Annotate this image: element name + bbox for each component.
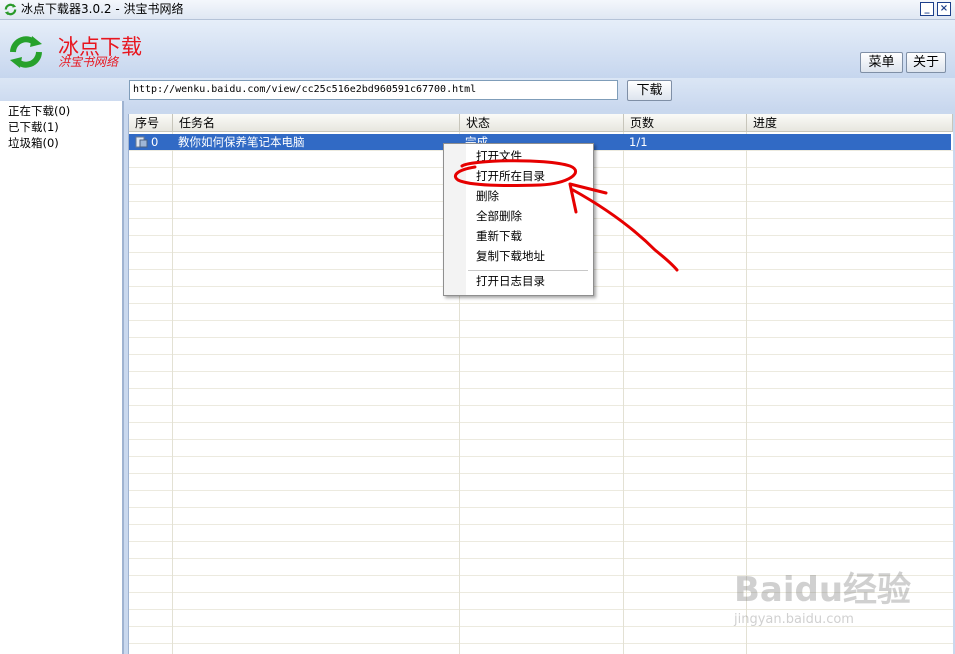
empty-row-line (129, 490, 953, 491)
sidebar-item-downloaded[interactable]: 已下载(1) (8, 120, 59, 134)
empty-row-line (129, 439, 953, 440)
context-menu-gutter (444, 144, 466, 295)
empty-row-line (129, 558, 953, 559)
empty-row-line (129, 388, 953, 389)
empty-row-line (129, 371, 953, 372)
url-input[interactable]: http://wenku.baidu.com/view/cc25c516e2bd… (129, 80, 618, 100)
row-index: 0 (151, 135, 159, 149)
empty-row-line (129, 303, 953, 304)
download-button[interactable]: 下载 (627, 80, 672, 101)
app-header: 冰点下载 洪宝书网络 (0, 20, 955, 78)
sidebar-item-downloading[interactable]: 正在下载(0) (8, 104, 70, 118)
minimize-button[interactable]: _ (920, 2, 934, 16)
empty-row-line (129, 507, 953, 508)
logo-subtitle: 洪宝书网络 (58, 55, 119, 69)
context-menu: 打开文件 打开所在目录 删除 全部删除 重新下载 复制下载地址 打开日志目录 (443, 143, 594, 296)
menu-separator (468, 270, 588, 271)
row-task-name: 教你如何保养笔记本电脑 (178, 135, 305, 149)
empty-row-line (129, 524, 953, 525)
close-button[interactable]: × (937, 2, 951, 16)
empty-row-line (129, 354, 953, 355)
empty-row-line (129, 456, 953, 457)
column-header-progress[interactable]: 进度 (747, 114, 953, 132)
baidu-watermark: Baidu经验 jingyan.baidu.com (734, 570, 914, 640)
watermark-text: Baidu经验 (734, 570, 912, 610)
empty-row-line (129, 473, 953, 474)
column-divider (623, 132, 624, 654)
menu-button[interactable]: 菜单 (860, 52, 903, 73)
menu-item-redownload[interactable]: 重新下载 (476, 229, 522, 243)
app-refresh-icon (4, 3, 17, 16)
sidebar-item-trash[interactable]: 垃圾箱(0) (8, 136, 59, 150)
empty-row-line (129, 320, 953, 321)
menu-item-delete-all[interactable]: 全部删除 (476, 209, 522, 223)
url-toolbar: http://wenku.baidu.com/view/cc25c516e2bd… (0, 78, 955, 110)
empty-row-line (129, 643, 953, 644)
menu-item-open-file[interactable]: 打开文件 (476, 149, 522, 163)
column-header-index[interactable]: 序号 (129, 114, 173, 132)
empty-row-line (129, 422, 953, 423)
window-title: 冰点下载器3.0.2 - 洪宝书网络 (21, 2, 184, 16)
sidebar: 正在下载(0) 已下载(1) 垃圾箱(0) (0, 101, 124, 654)
row-pages: 1/1 (629, 135, 648, 149)
logo-refresh-icon (10, 36, 42, 68)
column-header-name[interactable]: 任务名 (173, 114, 460, 132)
menu-item-open-log-folder[interactable]: 打开日志目录 (476, 274, 545, 288)
title-bar: 冰点下载器3.0.2 - 洪宝书网络 _ × (0, 0, 955, 20)
column-header-pages[interactable]: 页数 (624, 114, 747, 132)
watermark-url: jingyan.baidu.com (734, 612, 854, 627)
document-icon (135, 136, 148, 148)
column-header-status[interactable]: 状态 (460, 114, 624, 132)
menu-item-copy-url[interactable]: 复制下载地址 (476, 249, 545, 263)
about-button[interactable]: 关于 (906, 52, 946, 73)
menu-item-delete[interactable]: 删除 (476, 189, 499, 203)
empty-row-line (129, 541, 953, 542)
menu-item-open-folder[interactable]: 打开所在目录 (476, 169, 545, 183)
empty-row-line (129, 405, 953, 406)
empty-row-line (129, 337, 953, 338)
column-divider (172, 132, 173, 654)
